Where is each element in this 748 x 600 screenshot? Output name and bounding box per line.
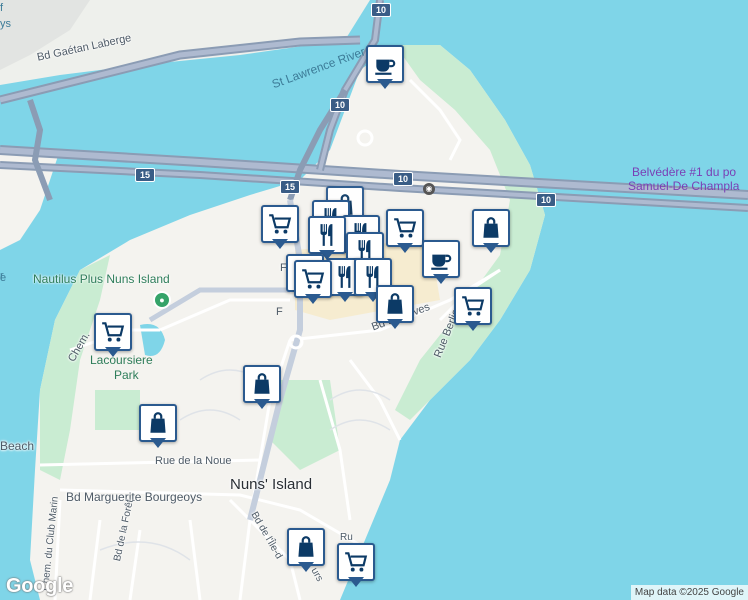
label-nautilus: Nautilus Plus Nuns Island [33,272,170,286]
shopping-bag-icon [387,293,403,314]
map-marker[interactable] [472,209,510,255]
label-beach: Beach [0,439,35,453]
shopping-bag-icon [483,217,499,238]
cart-icon [102,322,125,342]
map-marker-cluster[interactable] [294,260,332,306]
map-marker[interactable] [261,205,299,251]
map-marker[interactable] [243,365,281,411]
map-marker[interactable] [139,404,177,450]
map-attribution[interactable]: Map data ©2025 Google [630,585,748,600]
cart-icon [345,552,368,572]
label-fragment-r-left: r [0,270,4,282]
coffee-icon [375,59,396,75]
label-lacoursiere-park: Park [114,368,139,382]
map-marker[interactable] [386,209,424,255]
highway-shield-10: 10 [371,3,392,17]
cart-icon [462,296,485,316]
map-marker[interactable] [376,285,414,331]
label-belvedere: Belvédère #1 du po [632,165,737,179]
fitness-icon: ● [153,291,171,309]
label-fragment-ys: ys [0,18,11,30]
google-logo[interactable]: Google [6,575,73,598]
cart-icon [269,214,292,234]
map-marker[interactable] [454,287,492,333]
cart-icon [302,269,325,289]
shopping-bag-icon [254,373,270,394]
map-marker[interactable] [337,543,375,589]
map-marker[interactable] [422,240,460,286]
shopping-bag-icon [150,412,166,433]
map-marker[interactable] [287,528,325,574]
label-belvedere-2: Samuel-De Champla [628,179,740,193]
label-nuns-island: Nuns' Island [230,476,313,493]
lacoursiere-park-area [95,390,140,430]
label-rue-de-la-noue: Rue de la Noue [155,455,232,467]
map-marker[interactable] [94,313,132,359]
highway-shield-15: 15 [135,168,156,182]
highway-shield-10: 10 [330,98,351,112]
label-fragment-f-mid: F [276,306,283,318]
highway-shield-10: 10 [393,172,414,186]
highway-shield-15: 15 [280,180,301,194]
coffee-icon [431,254,452,270]
restaurant-icon [320,224,333,246]
map-marker[interactable] [366,45,404,91]
shopping-bag-icon [298,536,314,557]
highway-shield-10: 10 [536,193,557,207]
transit-icon: ◉ [423,183,435,195]
label-fragment-f-top: f [0,2,4,14]
label-fragment-ru: Ru [340,532,353,543]
cart-icon [394,218,417,238]
